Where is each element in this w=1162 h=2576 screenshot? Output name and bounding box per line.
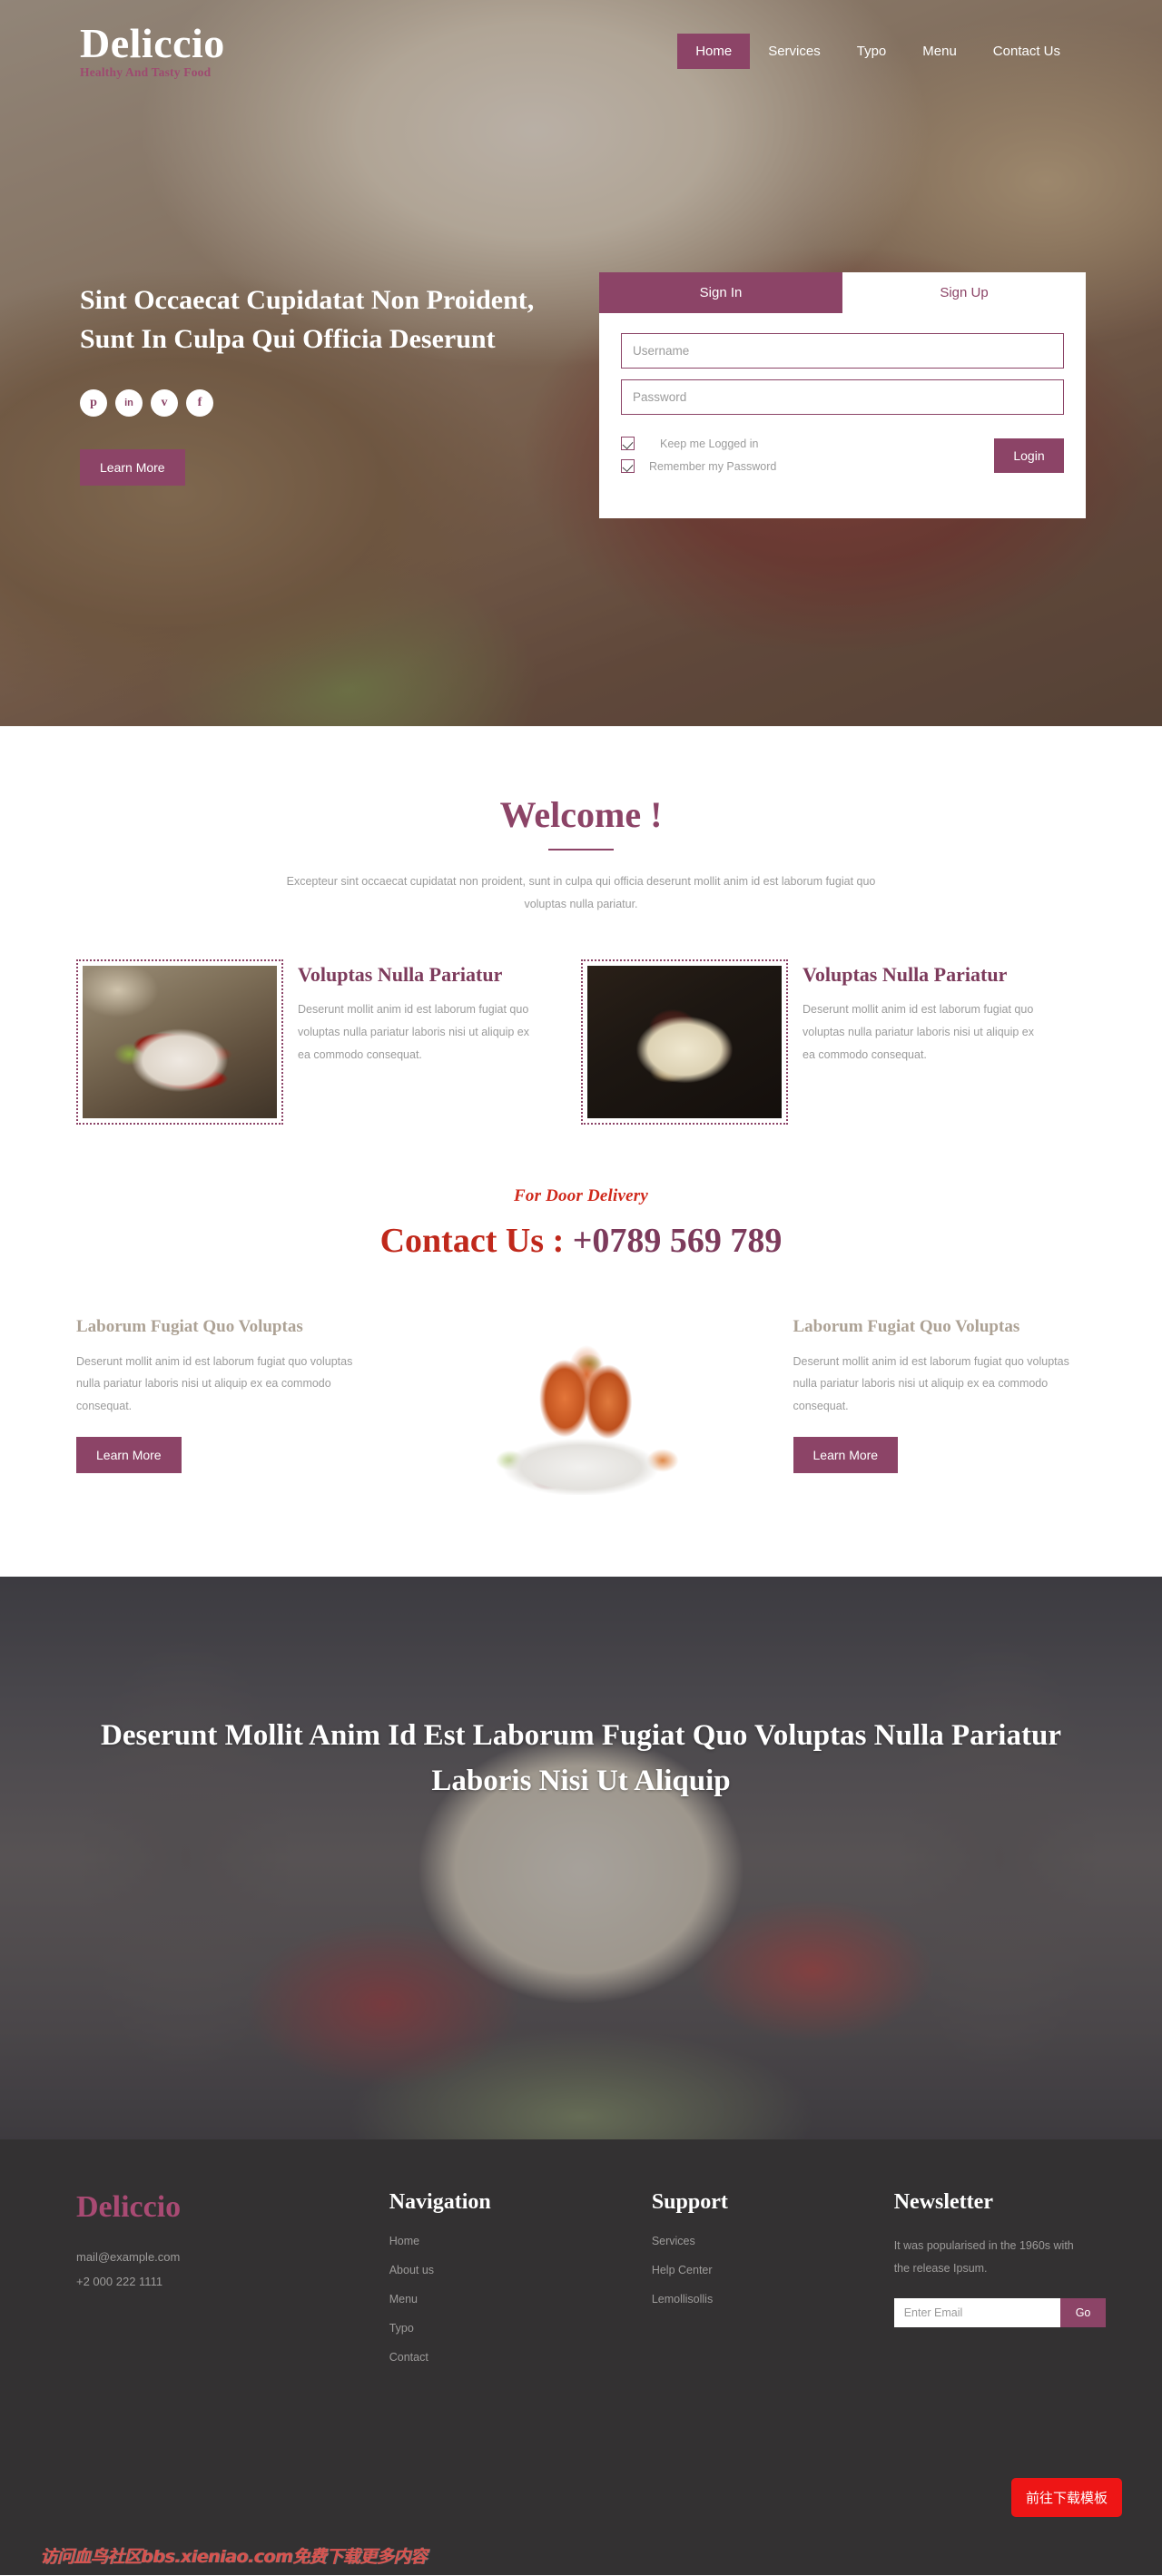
password-input[interactable] (621, 379, 1064, 415)
remember-password-label: Remember my Password (649, 459, 777, 473)
footer-support-column: Support Services Help Center Lemollisoll… (652, 2190, 894, 2380)
footer-link-services[interactable]: Services (652, 2235, 894, 2247)
footer-link-menu[interactable]: Menu (389, 2293, 652, 2306)
full-width-banner: Deserunt Mollit Anim Id Est Laborum Fugi… (0, 1577, 1162, 2139)
footer-columns: Deliccio mail@example.com +2 000 222 111… (76, 2190, 1107, 2380)
footer-phone[interactable]: +2 000 222 1111 (76, 2269, 389, 2294)
trio-left-learn-more-button[interactable]: Learn More (76, 1436, 182, 1473)
contact-phone-number[interactable]: +0789 569 789 (573, 1222, 783, 1260)
three-column-section: Laborum Fugiat Quo Voluptas Deserunt mol… (0, 1261, 1162, 1577)
feature-title: Voluptas Nulla Pariatur (298, 963, 503, 986)
newsletter-form: Go (893, 2298, 1107, 2327)
site-header: Deliccio Healthy And Tasty Food Home Ser… (0, 0, 1162, 102)
footer-support-heading: Support (651, 2190, 728, 2214)
nav-item-contact-us[interactable]: Contact Us (975, 34, 1078, 69)
keep-logged-in-label: Keep me Logged in (660, 437, 759, 450)
auth-options-row: Keep me Logged in Remember my Password L… (621, 437, 1064, 482)
remember-password-checkbox[interactable] (621, 459, 635, 473)
welcome-section: Welcome ! Excepteur sint occaecat cupida… (0, 726, 1162, 916)
welcome-heading: Welcome ! (499, 794, 663, 835)
heading-divider (548, 849, 614, 850)
newsletter-email-input[interactable] (893, 2298, 1060, 2327)
feature-title: Voluptas Nulla Pariatur (803, 963, 1008, 986)
feature-card: Voluptas Nulla Pariatur Deserunt mollit … (581, 959, 1086, 1125)
footer-navigation-heading: Navigation (389, 2190, 491, 2214)
auth-form: Keep me Logged in Remember my Password L… (599, 313, 1086, 518)
nav-item-menu[interactable]: Menu (904, 34, 975, 69)
main-navigation: Home Services Typo Menu Contact Us (677, 33, 1078, 69)
tab-sign-in[interactable]: Sign In (599, 272, 842, 313)
feature-text: Deserunt mollit anim id est laborum fugi… (803, 1003, 1035, 1062)
newsletter-go-button[interactable]: Go (1059, 2298, 1107, 2327)
delivery-eyebrow: For Door Delivery (514, 1186, 648, 1205)
linkedin-icon[interactable]: in (115, 389, 143, 418)
feature-cards-section: Voluptas Nulla Pariatur Deserunt mollit … (0, 916, 1162, 1125)
trio-right-learn-more-button[interactable]: Learn More (793, 1436, 899, 1473)
footer-link-help-center[interactable]: Help Center (652, 2264, 894, 2276)
site-watermark: 访问血鸟社区bbs.xieniao.com免费下载更多内容 (40, 2547, 428, 2567)
site-footer: Deliccio mail@example.com +2 000 222 111… (0, 2139, 1162, 2575)
vimeo-icon[interactable]: v (151, 389, 178, 418)
trio-left-title: Laborum Fugiat Quo Voluptas (76, 1317, 303, 1336)
pasta-plate-photo (587, 966, 782, 1118)
contact-line: Contact Us : +0789 569 789 (0, 1221, 1162, 1261)
pinterest-icon[interactable]: p (80, 389, 107, 418)
trio-middle-column (369, 1317, 793, 1495)
keep-logged-in-checkbox[interactable] (621, 437, 635, 450)
trio-right-text: Deserunt mollit anim id est laborum fugi… (793, 1354, 1069, 1412)
hero-section: Deliccio Healthy And Tasty Food Home Ser… (0, 0, 1162, 726)
auth-checkbox-group: Keep me Logged in Remember my Password (621, 437, 994, 482)
banner-heading: Deserunt Mollit Anim Id Est Laborum Fugi… (101, 1719, 1061, 1798)
welcome-paragraph: Excepteur sint occaecat cupidatat non pr… (286, 875, 876, 910)
login-button[interactable]: Login (994, 438, 1064, 473)
footer-link-home[interactable]: Home (389, 2235, 652, 2247)
shrimp-platter-photo (444, 1322, 717, 1495)
remember-password-row: Remember my Password (621, 459, 994, 473)
footer-link-typo[interactable]: Typo (389, 2322, 652, 2335)
brand-logo[interactable]: Deliccio Healthy And Tasty Food (80, 23, 225, 79)
facebook-icon[interactable]: f (186, 389, 213, 418)
brand-name: Deliccio (80, 20, 225, 67)
keep-logged-in-row: Keep me Logged in (621, 437, 994, 450)
hero-text-block: Sint Occaecat Cupidatat Non Proident, Su… (80, 272, 552, 487)
nav-item-typo[interactable]: Typo (839, 34, 905, 69)
footer-email[interactable]: mail@example.com (76, 2245, 389, 2269)
nav-item-services[interactable]: Services (750, 34, 839, 69)
footer-newsletter-column: Newsletter It was popularised in the 196… (893, 2190, 1107, 2380)
contact-label: Contact Us : (379, 1222, 573, 1260)
feature-card-body: Voluptas Nulla Pariatur Deserunt mollit … (283, 959, 532, 1125)
footer-navigation-column: Navigation Home About us Menu Typo Conta… (389, 2190, 652, 2380)
hero-social-links: p in v f (80, 389, 552, 418)
auth-card: Sign In Sign Up Keep me Logged in Rememb… (599, 272, 1086, 518)
hero-learn-more-button[interactable]: Learn More (80, 449, 185, 487)
crawfish-plate-photo (83, 966, 277, 1118)
feature-thumb-frame (76, 959, 283, 1125)
download-template-button[interactable]: 前往下载模板 (1010, 2478, 1122, 2517)
footer-newsletter-text: It was popularised in the 1960s with the… (893, 2239, 1074, 2275)
footer-brand-column: Deliccio mail@example.com +2 000 222 111… (76, 2190, 389, 2380)
tab-sign-up[interactable]: Sign Up (842, 272, 1086, 313)
trio-left-text: Deserunt mollit anim id est laborum fugi… (76, 1354, 353, 1412)
feature-thumb-frame (581, 959, 788, 1125)
footer-link-lemollisollis[interactable]: Lemollisollis (652, 2293, 894, 2306)
delivery-section: For Door Delivery Contact Us : +0789 569… (0, 1125, 1162, 1261)
feature-card: Voluptas Nulla Pariatur Deserunt mollit … (76, 959, 581, 1125)
brand-tagline: Healthy And Tasty Food (80, 65, 212, 80)
username-input[interactable] (621, 333, 1064, 369)
hero-title: Sint Occaecat Cupidatat Non Proident, Su… (80, 285, 535, 354)
footer-newsletter-heading: Newsletter (893, 2190, 993, 2214)
trio-right-title: Laborum Fugiat Quo Voluptas (793, 1317, 1020, 1336)
nav-item-home[interactable]: Home (677, 33, 751, 69)
feature-text: Deserunt mollit anim id est laborum fugi… (298, 1003, 530, 1062)
banner-overlay (0, 1577, 1162, 2139)
trio-right-column: Laborum Fugiat Quo Voluptas Deserunt mol… (793, 1317, 1086, 1473)
footer-link-contact[interactable]: Contact (389, 2351, 652, 2364)
trio-left-column: Laborum Fugiat Quo Voluptas Deserunt mol… (76, 1317, 369, 1473)
auth-tabs: Sign In Sign Up (599, 272, 1086, 313)
footer-logo[interactable]: Deliccio (76, 2190, 389, 2225)
footer-link-about-us[interactable]: About us (389, 2264, 652, 2276)
feature-card-body: Voluptas Nulla Pariatur Deserunt mollit … (788, 959, 1037, 1125)
